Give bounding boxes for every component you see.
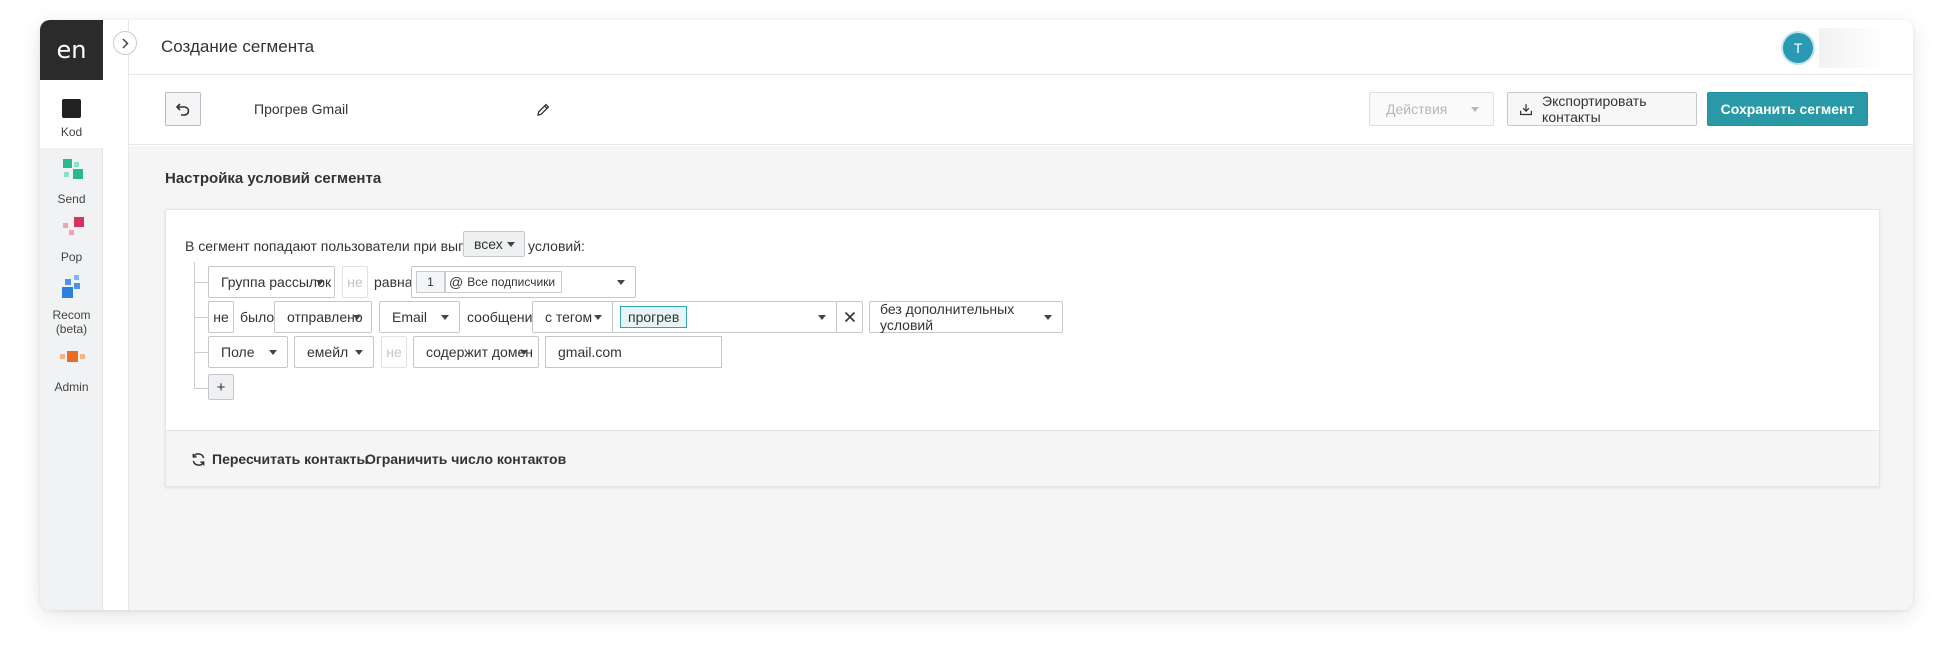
match-mode-value: всех xyxy=(474,236,503,252)
row2-action-dropdown[interactable]: отправлено xyxy=(274,301,372,333)
group-id-chip: 1 xyxy=(416,271,445,293)
main-area: Создание сегмента T Прогрев Gmail Действ… xyxy=(128,20,1913,610)
row3-field-name-value: емейл xyxy=(307,344,349,360)
row2-extra-dropdown[interactable]: без дополнительных условий xyxy=(869,301,1063,333)
intro-suffix: условий: xyxy=(528,238,585,254)
sidebar-item-admin[interactable]: Admin xyxy=(40,336,103,394)
at-icon: @ xyxy=(449,274,464,290)
refresh-icon xyxy=(192,452,205,466)
row2-action-value: отправлено xyxy=(287,309,363,325)
chevron-down-icon xyxy=(617,280,625,285)
row3-field-name-dropdown[interactable]: емейл xyxy=(294,336,374,368)
row1-negation-toggle[interactable]: не xyxy=(342,266,368,298)
recount-contacts-button[interactable]: Пересчитать контакты xyxy=(191,451,368,467)
recount-label: Пересчитать контакты xyxy=(212,451,369,467)
row1-operator: равна xyxy=(374,274,413,290)
tag-chip[interactable]: прогрев xyxy=(620,306,688,328)
sidebar-item-label: Send xyxy=(57,192,86,206)
row2-channel-dropdown[interactable]: Email xyxy=(379,301,460,333)
chevron-down-icon xyxy=(269,350,277,355)
tree-branch xyxy=(194,352,208,353)
row2-tag-select[interactable]: прогрев xyxy=(612,301,837,333)
admin-blocks-icon xyxy=(59,347,85,373)
group-name: Все подписчики xyxy=(467,275,556,289)
chevron-down-icon xyxy=(818,315,826,320)
save-segment-button[interactable]: Сохранить сегмент xyxy=(1707,92,1868,126)
tree-branch xyxy=(194,388,208,389)
sidebar-item-send[interactable]: Send xyxy=(40,148,103,206)
conditions-card: В сегмент попадают пользователи при выпо… xyxy=(165,209,1880,487)
row1-field-value: Группа рассылок xyxy=(221,274,332,290)
match-mode-dropdown[interactable]: всех xyxy=(463,231,525,257)
chevron-down-icon xyxy=(1471,107,1479,112)
limit-contacts-button[interactable]: Ограничить число контактов xyxy=(365,451,566,467)
row1-field-dropdown[interactable]: Группа рассылок xyxy=(208,266,335,298)
row3-operator-dropdown[interactable]: содержит домен xyxy=(413,336,539,368)
actions-label: Действия xyxy=(1386,101,1448,117)
sidebar: en Kod Send Pop Recom (beta) Admin xyxy=(40,20,103,610)
row2-extra-value: без дополнительных условий xyxy=(880,301,1015,333)
download-icon xyxy=(1520,103,1533,115)
row3-field-type-value: Поле xyxy=(221,344,255,360)
card-footer: Пересчитать контакты Ограничить число ко… xyxy=(166,430,1879,486)
actions-dropdown[interactable]: Действия xyxy=(1369,92,1494,126)
row2-filter-value: с тегом xyxy=(545,309,593,325)
row2-filter-dropdown[interactable]: с тегом xyxy=(532,301,613,333)
segment-name: Прогрев Gmail xyxy=(254,101,349,117)
row3-operator-value: содержит домен xyxy=(426,344,533,360)
row2-negation-toggle[interactable]: не xyxy=(208,301,234,333)
pencil-icon xyxy=(537,103,550,116)
chevron-down-icon xyxy=(507,242,515,247)
sidebar-item-recom[interactable]: Recom (beta) xyxy=(40,264,103,336)
chevron-down-icon xyxy=(594,315,602,320)
row2-remove-button[interactable] xyxy=(836,301,863,333)
row3-field-type-dropdown[interactable]: Поле xyxy=(208,336,288,368)
logo[interactable]: en xyxy=(40,20,103,80)
row3-value-input[interactable]: gmail.com xyxy=(545,336,722,368)
close-icon xyxy=(844,311,855,323)
chevron-down-icon xyxy=(355,350,363,355)
sidebar-item-kod[interactable]: Kod xyxy=(40,80,103,148)
pop-blocks-icon xyxy=(59,217,85,243)
limit-label: Ограничить число контактов xyxy=(365,451,567,467)
row2-noun: сообщение xyxy=(467,309,541,325)
edit-name-button[interactable] xyxy=(532,99,554,121)
sidebar-item-label: Kod xyxy=(60,125,83,139)
export-label: Экспортировать контакты xyxy=(1542,93,1647,125)
sidebar-item-label: Admin xyxy=(54,380,89,394)
chevron-down-icon xyxy=(353,315,361,320)
user-name-area[interactable] xyxy=(1819,28,1883,68)
chevron-right-icon xyxy=(122,37,129,49)
back-button[interactable] xyxy=(165,92,201,126)
sidebar-item-label: Pop xyxy=(60,250,83,264)
row1-group-select[interactable]: 1 @ Все подписчики xyxy=(411,266,636,298)
save-label: Сохранить сегмент xyxy=(1720,101,1855,117)
row2-verb: было xyxy=(240,309,275,325)
avatar[interactable]: T xyxy=(1783,33,1813,63)
app-window: en Kod Send Pop Recom (beta) Admin Созда… xyxy=(40,20,1913,610)
chevron-down-icon xyxy=(1044,315,1052,320)
tree-branch xyxy=(194,282,208,283)
collapse-sidebar-button[interactable] xyxy=(113,31,137,55)
chevron-down-icon xyxy=(441,315,449,320)
section-title: Настройка условий сегмента xyxy=(165,170,382,187)
export-contacts-button[interactable]: Экспортировать контакты xyxy=(1507,92,1697,126)
row3-negation-toggle[interactable]: не xyxy=(381,336,407,368)
sidebar-item-pop[interactable]: Pop xyxy=(40,206,103,264)
kod-square-icon xyxy=(62,99,81,118)
chevron-down-icon xyxy=(520,350,528,355)
row2-channel-value: Email xyxy=(392,309,428,325)
group-name-chip: @ Все подписчики xyxy=(445,271,563,293)
sidebar-item-label: Recom (beta) xyxy=(52,308,91,336)
top-bar: Создание сегмента xyxy=(129,20,1913,75)
send-blocks-icon xyxy=(59,159,85,185)
recom-blocks-icon xyxy=(59,275,85,301)
undo-icon xyxy=(175,103,190,116)
tree-branch xyxy=(194,317,208,318)
segment-toolbar: Прогрев Gmail Действия Экспортировать ко… xyxy=(129,75,1913,145)
chevron-down-icon xyxy=(316,280,324,285)
add-condition-button[interactable]: + xyxy=(208,374,234,400)
content-area: Настройка условий сегмента В сегмент поп… xyxy=(129,146,1913,610)
page-title: Создание сегмента xyxy=(161,37,315,56)
